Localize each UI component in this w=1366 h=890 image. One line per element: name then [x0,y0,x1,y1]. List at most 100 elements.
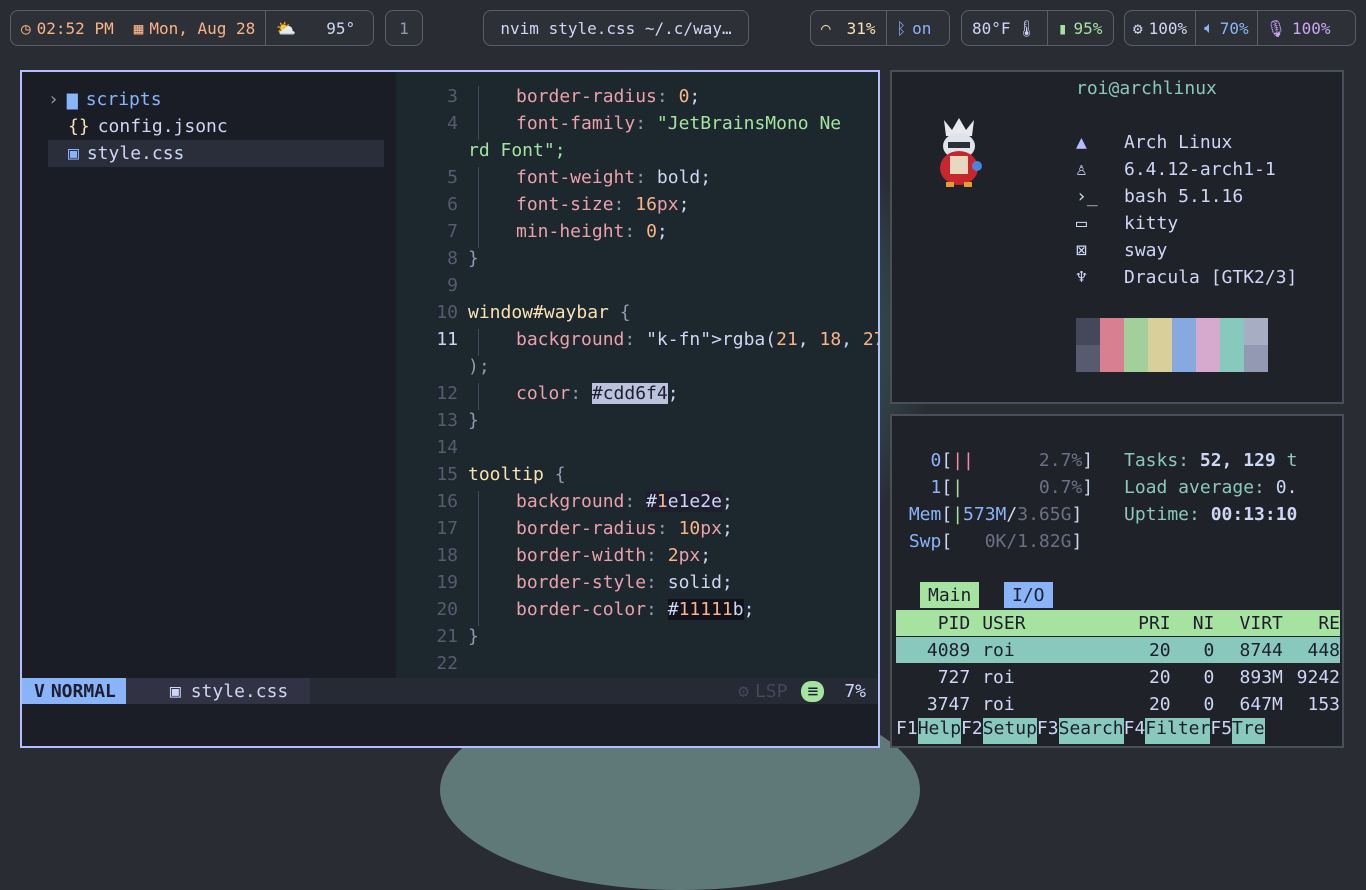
cpu-temp-text: 80°F [972,18,1011,38]
htop-window[interactable]: 0[|| 2.7%] 1[| 0.7%] Mem[|573M/3.65G] Sw… [890,414,1344,748]
tree-item-config[interactable]: {} config.jsonc [48,113,384,140]
microphone-icon: 🎙︎ [1265,18,1286,38]
brightness-icon: ⚙ [1133,18,1143,38]
table-row[interactable]: 4089 roi 20 0 8744 448 [896,637,1340,663]
date[interactable]: ▦ Mon, Aug 28 [124,11,266,45]
bar-clock-group: ◷ 02:52 PM ▦ Mon, Aug 28 ⛅ 95° [10,10,374,46]
tree-item-style[interactable]: ▣ style.css [48,140,384,167]
volume-text: 70% [1219,18,1249,38]
command-line[interactable] [22,704,878,746]
indent-guide [478,113,479,140]
line-number: 9 [447,275,458,296]
tasks: Tasks: 52, 129 t [1124,450,1298,471]
cell: 0 [1203,693,1215,715]
speaker-icon: 🔈︎ [1204,18,1214,37]
code-line: border-radius: 10px; [516,518,733,539]
nvim-window[interactable]: › ▆ scripts {} config.jsonc ▣ style.css … [20,70,880,748]
clock-icon: ◷ [21,18,31,38]
line-number: 16 [436,491,458,512]
fkey-tre-button[interactable]: Tre [1232,718,1265,744]
line-number: 4 [447,113,458,134]
fkey-help-button[interactable]: Help [917,718,962,744]
json-icon: {} [68,116,90,137]
window-title[interactable]: nvim style.css ~/.c/way… [483,10,749,46]
volume[interactable]: 🔈︎ 70% [1195,11,1257,45]
css-icon: ▣ [68,143,79,164]
line-number: 17 [436,518,458,539]
code-buffer[interactable]: 3 border-radius: 0; 4 font-family: "JetBrai… [396,72,878,678]
cell: 153 [1307,693,1340,715]
user-host: roi@archlinux [1076,78,1217,99]
status-file: ▣ style.css [125,678,311,704]
hex-value: #cdd6f4 [591,383,668,404]
fkey-search-button[interactable]: Search [1058,718,1124,744]
vim-icon: V [34,680,45,702]
fkey: F4 [1123,718,1146,739]
line-number: 7 [447,221,458,242]
code-line: border-style: solid; [516,572,733,593]
brightness[interactable]: ⚙ 100% [1125,11,1195,45]
fetch-row: ▲ Arch Linux [1076,132,1232,153]
table-row[interactable]: 727 roi 20 0 893M 9242 [896,664,1340,690]
arch-icon: ▲ [1076,132,1087,153]
color-palette [1076,318,1268,372]
fetch-value: bash 5.1.16 [1124,186,1244,207]
folder-icon: ▆ [66,89,78,110]
indent-guide [478,221,479,248]
brightness-text: 100% [1148,18,1188,38]
mode-indicator: V NORMAL [22,678,126,704]
indent-guide [478,167,479,194]
bluetooth[interactable]: ᛒ on [885,11,942,45]
fastfetch-window[interactable]: roi@archlinux ▲ Arch Linux ♙ 6.4.12-arch1-1… [890,70,1344,404]
clock[interactable]: ◷ 02:52 PM [11,11,124,45]
cell: 727 [937,666,971,688]
bar-sensors-group: 80°F 🌡︎ ▮ 95% [961,10,1114,46]
palette-swatch [1196,318,1220,372]
wifi[interactable]: ◠ 31% [811,11,886,45]
workspace-button[interactable]: 1 [385,10,423,46]
cell: roi [982,666,1015,688]
fkey: F2 [961,718,983,739]
tree-item-label: scripts [85,89,162,110]
table-row[interactable]: 3747 roi 20 0 647M 153 [896,691,1340,717]
shell-icon: ›_ [1076,186,1098,207]
load-average: Load average: 0. [1124,477,1298,498]
tab-main[interactable]: Main [920,582,980,608]
microphone[interactable]: 🎙︎ 100% [1256,11,1339,45]
fetch-row: ♙ 6.4.12-arch1-1 [1076,159,1276,180]
palette-swatch [1148,318,1172,372]
code-line: ); [468,356,490,377]
fkey-filter-button[interactable]: Filter [1145,718,1211,744]
mic-text: 100% [1292,18,1331,38]
palette-swatch [1244,318,1268,372]
partly-cloudy-icon: ⛅ [276,18,297,38]
battery[interactable]: ▮ 95% [1046,11,1113,45]
bluetooth-text: on [912,18,932,38]
cpu-temp[interactable]: 80°F 🌡︎ [962,11,1047,45]
tux-icon: ♙ [1076,159,1087,180]
fkey-setup-button[interactable]: Setup [982,718,1037,744]
cell: 4089 [926,639,971,661]
fetch-row: ♆ Dracula [GTK2/3] [1076,267,1297,288]
line-number: 14 [436,437,458,458]
code-line: background: #1e1e2e; [516,491,733,512]
cell: 0 [1203,639,1215,661]
calendar-icon: ▦ [133,18,144,38]
swp-meter: Swp[ 0K/1.82G] [908,531,1083,552]
code-line: tooltip { [468,464,566,485]
cell: VIRT [1239,612,1283,634]
fetch-row: ▭ kitty [1076,213,1178,234]
window-title-text: nvim style.css ~/.c/way… [500,18,732,38]
mem-meter: Mem[|573M/3.65G] [908,504,1083,525]
tree-item-scripts[interactable]: › ▆ scripts [48,86,384,113]
cell: 20 [1148,639,1171,661]
tab-io[interactable]: I/O [1004,582,1053,608]
cell: NI [1192,612,1215,634]
wifi-text: 31% [846,18,876,38]
indent-guide [478,86,479,113]
line-number: 6 [447,194,458,215]
code-line: background: "k-fn">rgba(21, 18, 27, 0 [516,329,878,350]
line-number: 22 [436,653,458,674]
fetch-value: sway [1124,240,1168,261]
weather[interactable]: ⛅ 95° [265,11,365,45]
